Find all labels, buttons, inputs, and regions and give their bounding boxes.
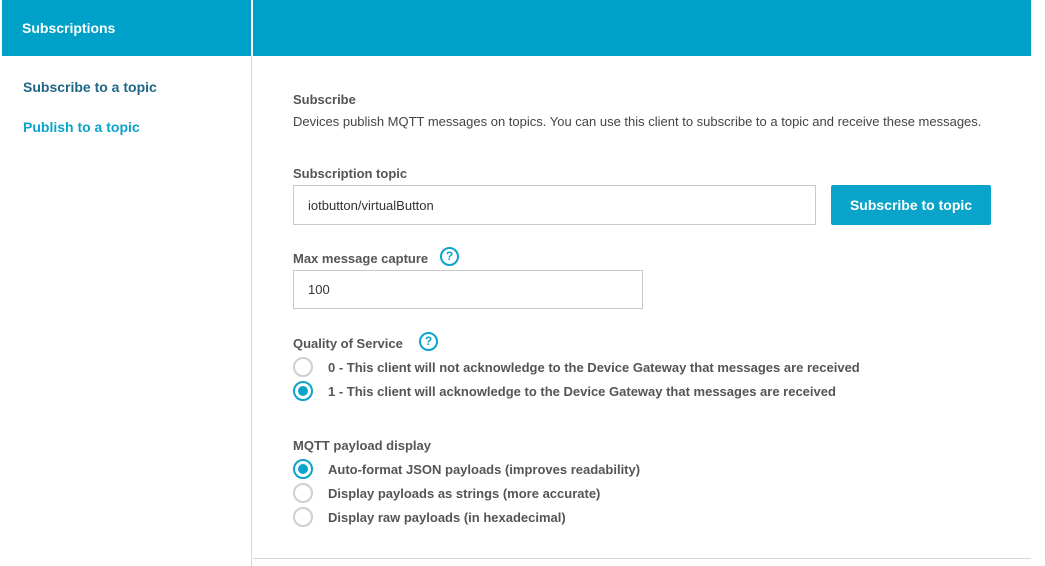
subscribe-description: Devices publish MQTT messages on topics.…	[293, 114, 982, 129]
mqtt-payload-display-label: MQTT payload display	[293, 438, 431, 453]
help-circle-icon[interactable]: ?	[440, 247, 459, 266]
payload-option-label: Display payloads as strings (more accura…	[328, 485, 601, 501]
main-panel: Subscribe Devices publish MQTT messages …	[253, 56, 1031, 566]
max-message-capture-label: Max message capture	[293, 251, 429, 266]
subscription-topic-input[interactable]: iotbutton/virtualButton	[293, 185, 816, 225]
subscriptions-header: Subscriptions	[2, 0, 251, 56]
subscribe-to-topic-button[interactable]: Subscribe to topic	[831, 185, 991, 225]
radio-icon[interactable]	[293, 381, 313, 401]
payload-option-label: Auto-format JSON payloads (improves read…	[328, 461, 641, 477]
quality-of-service-label: Quality of Service	[293, 336, 403, 351]
payload-option-label: Display raw payloads (in hexadecimal)	[328, 509, 566, 525]
qos-option-1[interactable]: 1 - This client will acknowledge to the …	[293, 380, 836, 402]
subscriptions-title: Subscriptions	[22, 20, 116, 36]
subscription-topic-label: Subscription topic	[293, 166, 408, 181]
radio-icon[interactable]	[293, 357, 313, 377]
payload-option-hex[interactable]: Display raw payloads (in hexadecimal)	[293, 506, 566, 528]
radio-icon[interactable]	[293, 507, 313, 527]
divider	[253, 558, 1031, 559]
qos-option-label: 0 - This client will not acknowledge to …	[328, 359, 860, 375]
sidebar-item-subscribe[interactable]: Subscribe to a topic	[23, 79, 157, 95]
payload-option-json[interactable]: Auto-format JSON payloads (improves read…	[293, 458, 640, 480]
radio-icon[interactable]	[293, 483, 313, 503]
sidebar-item-publish[interactable]: Publish to a topic	[23, 119, 140, 135]
qos-option-0[interactable]: 0 - This client will not acknowledge to …	[293, 356, 860, 378]
radio-icon[interactable]	[293, 459, 313, 479]
subscribe-heading: Subscribe	[293, 92, 356, 107]
payload-option-strings[interactable]: Display payloads as strings (more accura…	[293, 482, 600, 504]
max-message-capture-input[interactable]: 100	[293, 270, 643, 309]
sidebar: Subscribe to a topic Publish to a topic	[2, 56, 252, 566]
qos-option-label: 1 - This client will acknowledge to the …	[328, 383, 836, 399]
main-header-bar	[253, 0, 1031, 56]
help-circle-icon[interactable]: ?	[419, 332, 438, 351]
